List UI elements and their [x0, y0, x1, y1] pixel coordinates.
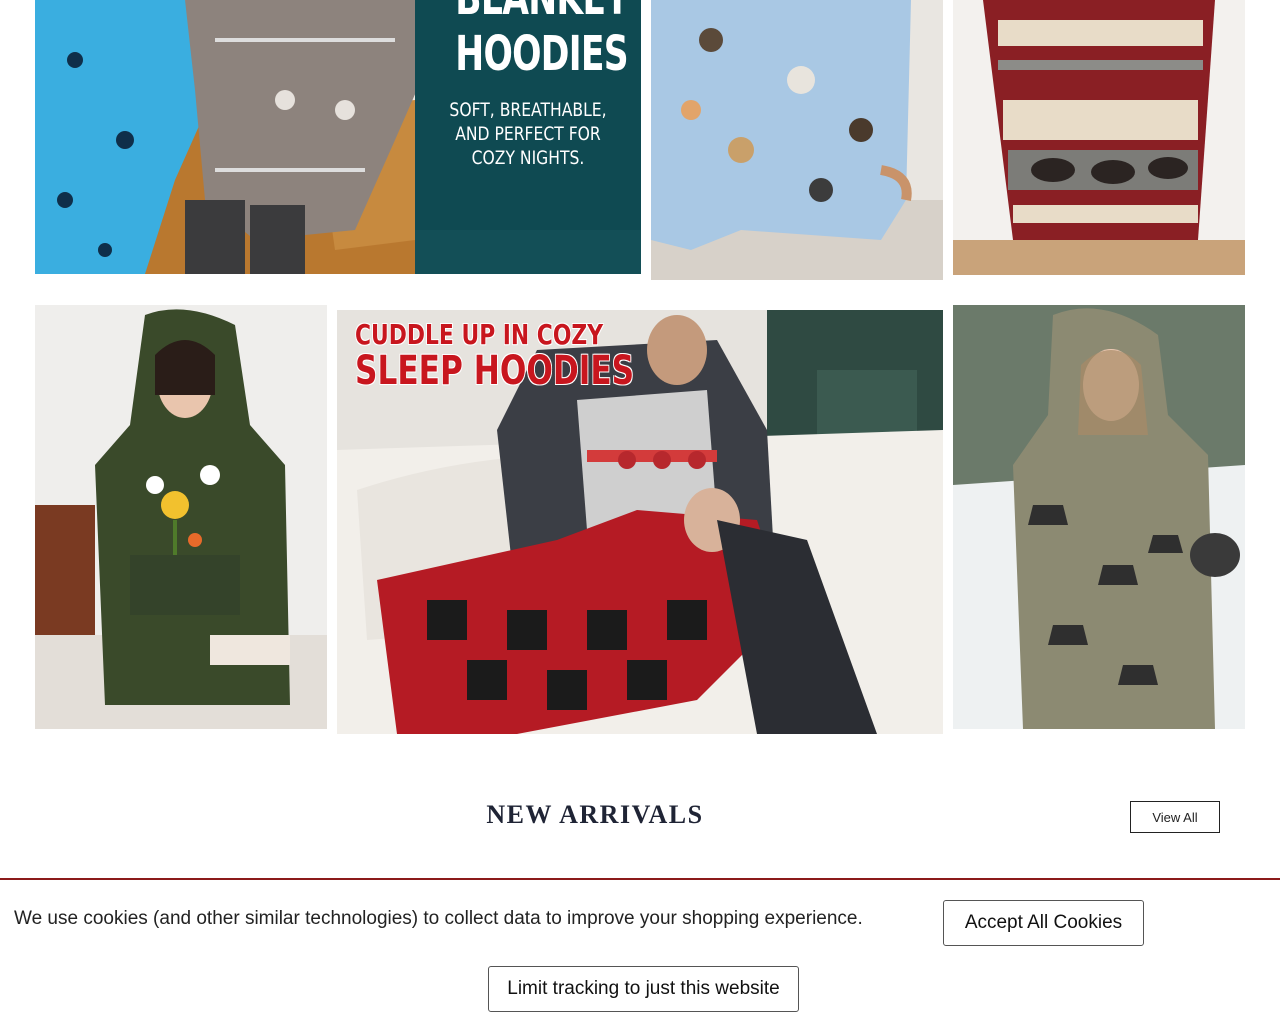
blanket-hoodies-text: BLANKET HOODIES SOFT, BREATHABLE, AND PE… [427, 0, 629, 170]
cat-print-hoodie-tile[interactable] [651, 0, 943, 280]
new-arrivals-heading: NEW ARRIVALS [486, 800, 704, 829]
view-all-button[interactable]: View All [1130, 801, 1220, 833]
sleep-hoodies-line1: CUDDLE UP IN COZY [355, 318, 604, 351]
sleep-hoodies-line2: SLEEP HOODIES [355, 348, 635, 394]
cookie-consent-banner: We use cookies (and other similar techno… [0, 878, 1280, 1026]
accept-all-cookies-button[interactable]: Accept All Cookies [943, 900, 1144, 946]
bison-print-hoodie-photo [953, 0, 1245, 275]
bison-print-hoodie-tile[interactable] [953, 0, 1245, 275]
promo-title-line1: BLANKET [455, 0, 629, 26]
sleep-hoodies-headline: CUDDLE UP IN COZY SLEEP HOODIES [355, 318, 635, 394]
promo-title: BLANKET HOODIES [455, 0, 629, 82]
moose-print-hoodie-photo [953, 305, 1245, 729]
moose-print-hoodie-tile[interactable] [953, 305, 1245, 729]
blanket-hoodies-promo-banner[interactable]: BLANKET HOODIES SOFT, BREATHABLE, AND PE… [35, 0, 641, 274]
sleep-hoodies-promo-banner[interactable]: CUDDLE UP IN COZY SLEEP HOODIES [337, 310, 943, 734]
promo-subtitle: SOFT, BREATHABLE, AND PERFECT FOR COZY N… [449, 99, 607, 169]
limit-tracking-button[interactable]: Limit tracking to just this website [488, 966, 799, 1012]
wildflower-hoodie-photo [35, 305, 327, 729]
wildflower-hoodie-tile[interactable] [35, 305, 327, 729]
cookie-message: We use cookies (and other similar techno… [14, 908, 863, 929]
cat-print-hoodie-photo [651, 0, 943, 280]
promo-title-line2: HOODIES [455, 26, 628, 82]
